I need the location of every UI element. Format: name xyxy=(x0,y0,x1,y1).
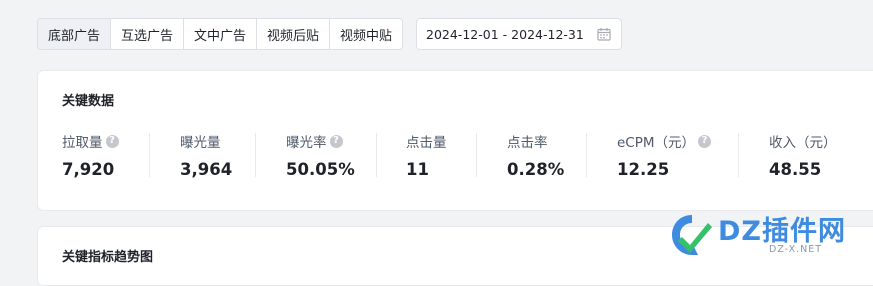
tab-bottom-ad[interactable]: 底部广告 xyxy=(38,19,110,49)
trend-title: 关键指标趋势图 xyxy=(62,250,154,265)
watermark-domain: DZ-X.NET xyxy=(769,244,823,255)
metric-revenue: 收入（元） 48.55 xyxy=(769,131,837,179)
metric-click-rate: 点击率 0.28% xyxy=(507,131,564,179)
metric-value: 50.05% xyxy=(286,160,355,179)
help-icon[interactable]: ? xyxy=(329,134,343,148)
metric-label: 拉取量 xyxy=(62,135,103,151)
date-range-picker[interactable]: 2024-12-01 - 2024-12-31 xyxy=(416,18,622,50)
metric-value: 3,964 xyxy=(180,160,233,179)
key-data-card: 关键数据 拉取量 ? 7,920 曝光量 3,964 曝光率 ? 50.05% … xyxy=(37,70,873,211)
metric-label: 曝光量 xyxy=(180,135,221,151)
help-icon[interactable]: ? xyxy=(698,134,712,148)
watermark-logo-icon xyxy=(672,215,712,255)
metric-label: 点击率 xyxy=(507,135,548,151)
tab-video-post-roll[interactable]: 视频后贴 xyxy=(256,19,329,49)
metric-impression-rate: 曝光率 ? 50.05% xyxy=(286,131,355,179)
metric-divider xyxy=(255,133,256,177)
date-end: 2024-12-31 xyxy=(511,26,584,42)
metric-label: 点击量 xyxy=(406,135,447,151)
date-separator: - xyxy=(502,26,508,42)
date-start: 2024-12-01 xyxy=(426,26,499,42)
metric-divider xyxy=(376,133,377,177)
watermark: DZ插件网 DZ-X.NET xyxy=(668,207,868,267)
metric-value: 7,920 xyxy=(62,160,115,179)
metric-impressions: 曝光量 3,964 xyxy=(180,131,232,179)
metric-divider xyxy=(738,133,739,177)
metric-divider xyxy=(476,133,477,177)
metric-value: 0.28% xyxy=(507,160,565,179)
metric-label: eCPM（元） xyxy=(617,135,696,151)
ad-type-tabs: 底部广告 互选广告 文中广告 视频后贴 视频中贴 xyxy=(37,18,403,50)
metric-pull-count: 拉取量 ? 7,920 xyxy=(62,131,119,179)
metric-ecpm: eCPM（元） ? 12.25 xyxy=(617,131,712,179)
metric-label: 曝光率 xyxy=(286,135,327,151)
metric-value: 11 xyxy=(406,160,429,179)
tab-mutual-select-ad[interactable]: 互选广告 xyxy=(110,19,183,49)
key-data-title: 关键数据 xyxy=(62,94,115,109)
tab-video-mid-roll[interactable]: 视频中贴 xyxy=(329,19,402,49)
tab-in-article-ad[interactable]: 文中广告 xyxy=(183,19,256,49)
watermark-brand: DZ插件网 xyxy=(718,216,846,247)
metric-label: 收入（元） xyxy=(769,135,837,151)
help-icon[interactable]: ? xyxy=(105,134,119,148)
metric-value: 48.55 xyxy=(769,160,822,179)
metric-divider xyxy=(149,133,150,177)
calendar-icon xyxy=(597,28,611,41)
metric-value: 12.25 xyxy=(617,160,670,179)
metric-clicks: 点击量 11 xyxy=(406,131,447,179)
metric-divider xyxy=(586,133,587,177)
